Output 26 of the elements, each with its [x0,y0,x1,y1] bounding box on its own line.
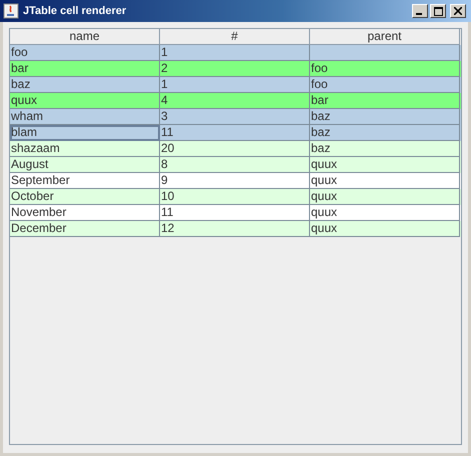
table-row[interactable]: September 9 quux [10,173,461,189]
minimize-button[interactable] [412,4,428,18]
table-cell: quux [310,221,460,237]
table-row[interactable]: October 10 quux [10,189,461,205]
column-header[interactable]: parent [310,29,460,45]
table-row[interactable]: blam 11 baz [10,125,461,141]
table-row[interactable]: baz 1 foo [10,77,461,93]
table-row[interactable]: shazaam 20 baz [10,141,461,157]
column-header[interactable]: # [160,29,310,45]
table-row[interactable]: wham 3 baz [10,109,461,125]
column-header[interactable]: name [10,29,160,45]
table-row[interactable]: quux 4 bar [10,93,461,109]
maximize-button[interactable] [430,4,446,18]
table-row[interactable]: December 12 quux [10,221,461,237]
close-icon [454,7,462,15]
table-row[interactable]: foo 1 [10,45,461,61]
table-cell: December [10,221,160,237]
table-cell: blam [10,125,160,141]
table-cell: wham [10,109,160,125]
maximize-icon [434,6,442,16]
table-row[interactable]: November 11 quux [10,205,461,221]
table-row[interactable]: August 8 quux [10,157,461,173]
close-button[interactable] [450,4,466,18]
window-title: JTable cell renderer [23,5,128,17]
table-cell: 12 [160,221,310,237]
table-row[interactable]: bar 2 foo [10,61,461,77]
